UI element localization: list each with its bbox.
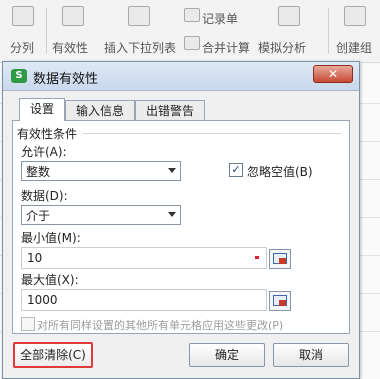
ribbon-what-if-label: 模拟分析: [258, 41, 307, 55]
min-range-picker-button[interactable]: [269, 249, 291, 269]
create-group-icon: [344, 6, 366, 26]
tab-settings[interactable]: 设置: [19, 98, 65, 121]
section-divider: [83, 133, 341, 134]
min-value-input[interactable]: 10: [21, 247, 267, 269]
dialog-title-bar[interactable]: S 数据有效性 ✕: [3, 62, 359, 91]
ribbon-separator: [46, 8, 47, 54]
ignore-blank-label[interactable]: 忽略空值(B): [247, 163, 313, 180]
min-label: 最小值(M):: [21, 231, 81, 245]
wps-sheet-icon: S: [11, 69, 27, 83]
max-value-input[interactable]: 1000: [21, 289, 267, 311]
what-if-icon: [278, 6, 300, 26]
ribbon-record-form-label: 记录单: [202, 12, 239, 26]
close-button[interactable]: ✕: [313, 65, 353, 83]
ribbon-split-columns-label: 分列: [10, 41, 35, 55]
data-select-value: 介于: [26, 209, 51, 223]
data-validation-dialog: S 数据有效性 ✕ 设置 输入信息 出错警告 有效性条件 允许(A): 整数 ✓…: [2, 61, 360, 379]
consolidate-icon: [184, 36, 200, 50]
ribbon-insert-dropdown[interactable]: [128, 6, 150, 29]
chevron-down-icon: [168, 168, 176, 173]
max-label: 最大值(X):: [21, 273, 79, 287]
split-columns-icon: [12, 6, 34, 26]
allow-label: 允许(A):: [21, 145, 67, 159]
chevron-down-icon: [168, 212, 176, 217]
tab-error-alert[interactable]: 出错警告: [135, 100, 205, 121]
ribbon-insert-dropdown-label: 插入下拉列表: [104, 41, 177, 55]
max-value: 1000: [27, 293, 58, 307]
ribbon-validation[interactable]: [62, 6, 84, 29]
cursor-marker: [255, 256, 259, 259]
dialog-title: 数据有效性: [33, 72, 99, 87]
cancel-button[interactable]: 取消: [273, 343, 349, 367]
allow-select-value: 整数: [26, 165, 51, 179]
ribbon-consolidate-label: 合并计算: [202, 41, 251, 55]
ribbon-separator: [328, 8, 329, 54]
max-range-picker-button[interactable]: [269, 291, 291, 311]
ribbon-split-columns[interactable]: [12, 6, 34, 29]
allow-select[interactable]: 整数: [21, 161, 181, 181]
ribbon-consolidate[interactable]: [184, 36, 200, 53]
ribbon-toolbar: 分列 有效性 插入下拉列表 记录单 合并计算 模拟分析 创建组: [0, 0, 380, 63]
dropdown-list-icon: [128, 6, 150, 26]
ribbon-what-if[interactable]: [278, 6, 300, 29]
apply-all-checkbox[interactable]: [21, 317, 35, 331]
ok-button[interactable]: 确定: [189, 343, 265, 367]
ribbon-record-form[interactable]: [184, 8, 200, 25]
ribbon-validation-label: 有效性: [52, 41, 89, 55]
min-value: 10: [27, 251, 43, 265]
validation-icon: [62, 6, 84, 26]
data-select[interactable]: 介于: [21, 205, 181, 225]
ribbon-create-group-label: 创建组: [336, 41, 373, 55]
record-form-icon: [184, 8, 200, 22]
clear-all-button[interactable]: 全部清除(C): [13, 342, 93, 368]
ribbon-create-group[interactable]: [344, 6, 366, 29]
tab-input-message[interactable]: 输入信息: [65, 100, 135, 121]
ignore-blank-checkbox[interactable]: ✓: [229, 163, 243, 177]
section-title: 有效性条件: [17, 125, 82, 142]
data-label: 数据(D):: [21, 189, 68, 203]
settings-panel: 有效性条件 允许(A): 整数 ✓ 忽略空值(B) 数据(D): 介于 最小值(…: [12, 120, 350, 334]
apply-all-label: 对所有同样设置的其他所有单元格应用这些更改(P): [37, 319, 284, 332]
